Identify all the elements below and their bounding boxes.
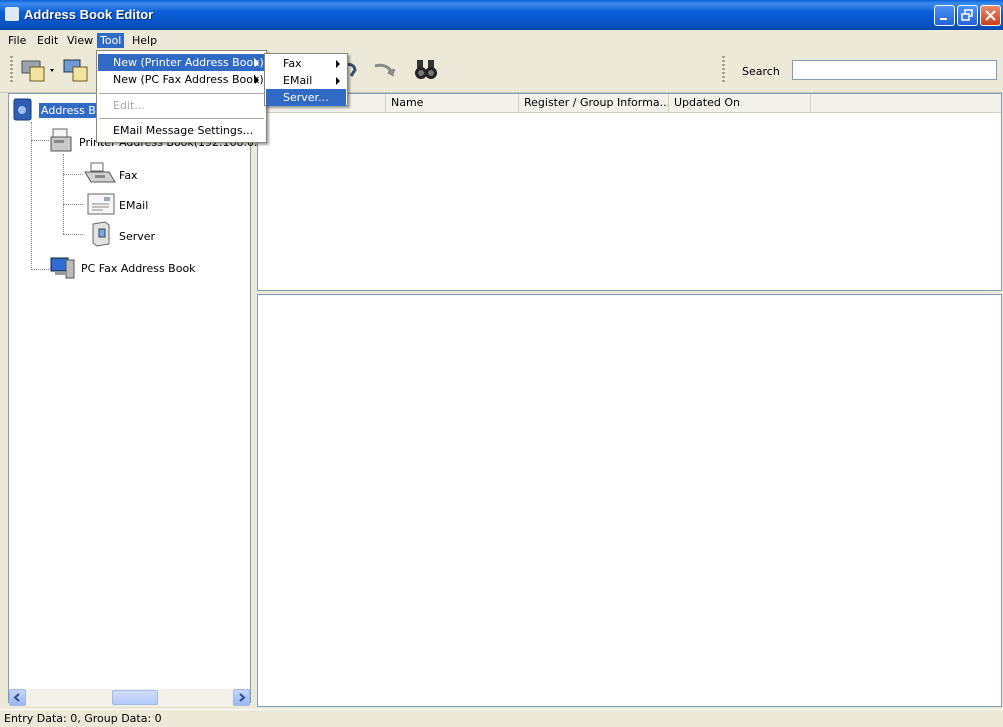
close-icon — [985, 10, 996, 21]
tree-connector — [63, 174, 83, 176]
tree-connector — [63, 234, 83, 236]
tree-connector — [63, 204, 83, 206]
submenu-arrow-icon — [336, 60, 340, 68]
menu-item-label: Fax — [283, 57, 302, 70]
menu-help[interactable]: Help — [129, 33, 160, 48]
scroll-left-button[interactable] — [9, 689, 26, 706]
tree-item-pcfax-book[interactable]: PC Fax Address Book — [81, 262, 196, 275]
forward-button[interactable] — [372, 62, 396, 83]
forward-arrow-icon — [374, 63, 396, 77]
pc-fax-icon — [49, 255, 77, 284]
new-pcfax-book-button[interactable] — [62, 57, 94, 86]
toolbar-grip-2 — [722, 56, 725, 84]
menu-separator — [99, 118, 264, 119]
new-printer-book-button[interactable] — [20, 57, 58, 86]
tree-item-fax[interactable]: Fax — [119, 169, 138, 182]
submenu-arrow-icon — [255, 76, 259, 84]
menu-item-email-settings[interactable]: EMail Message Settings... — [98, 122, 265, 139]
menu-file[interactable]: File — [5, 33, 29, 48]
menu-item-label: EMail — [283, 74, 313, 87]
list-header: Name Register / Group Informa... Updated… — [258, 94, 1001, 113]
chevron-left-icon — [13, 693, 20, 702]
column-header-name[interactable]: Name — [386, 94, 519, 112]
menu-separator — [99, 93, 264, 94]
menu-view[interactable]: View — [64, 33, 96, 48]
tool-menu: New (Printer Address Book) New (PC Fax A… — [96, 50, 267, 143]
address-book-icon — [12, 98, 34, 125]
menu-item-label: New (PC Fax Address Book) — [113, 73, 264, 86]
tree-connector — [31, 122, 33, 270]
entry-list[interactable]: Name Register / Group Informa... Updated… — [257, 93, 1002, 291]
minimize-icon — [940, 18, 947, 20]
submenu-item-server[interactable]: Server... — [266, 89, 346, 106]
column-header-updated[interactable]: Updated On — [669, 94, 811, 112]
scrollbar-thumb[interactable] — [112, 690, 158, 705]
search-input[interactable] — [792, 60, 997, 80]
status-text: Entry Data: 0, Group Data: 0 — [4, 712, 162, 725]
window-title: Address Book Editor — [24, 7, 154, 22]
pcfax-book-icon — [63, 59, 88, 82]
find-button[interactable] — [414, 58, 438, 85]
menu-item-new-pcfax-book[interactable]: New (PC Fax Address Book) — [98, 71, 265, 88]
tree-connector — [31, 269, 49, 271]
status-bar: Entry Data: 0, Group Data: 0 — [0, 709, 1003, 727]
title-bar[interactable]: Address Book Editor — [0, 0, 1003, 30]
detail-pane — [257, 294, 1002, 707]
tree-item-email[interactable]: EMail — [119, 199, 148, 212]
restore-button[interactable] — [957, 5, 978, 26]
minimize-button[interactable] — [934, 5, 955, 26]
menu-bar: File Edit View Tool Help — [0, 31, 1003, 50]
tree-connector — [63, 154, 65, 234]
menu-item-new-printer-book[interactable]: New (Printer Address Book) — [98, 54, 265, 71]
restore-icon — [961, 9, 973, 21]
menu-edit[interactable]: Edit — [34, 33, 61, 48]
tree-connector — [31, 140, 49, 142]
new-printer-submenu: Fax EMail Server... — [264, 53, 348, 106]
search-label: Search — [742, 65, 780, 78]
close-button[interactable] — [980, 5, 1001, 26]
submenu-item-email[interactable]: EMail — [266, 72, 346, 89]
app-icon — [5, 7, 19, 21]
menu-item-edit[interactable]: Edit... — [98, 97, 265, 114]
tree-pane[interactable]: Address Book Printer Address Book(192.16… — [8, 93, 276, 703]
tree-horizontal-scrollbar[interactable] — [9, 689, 250, 706]
server-icon — [89, 221, 113, 250]
fax-icon — [83, 162, 117, 189]
binoculars-icon — [415, 60, 437, 79]
tree-item-server[interactable]: Server — [119, 230, 155, 243]
menu-tool[interactable]: Tool — [97, 33, 125, 48]
submenu-arrow-icon — [336, 77, 340, 85]
submenu-arrow-icon — [255, 59, 259, 67]
chevron-right-icon — [239, 693, 246, 702]
toolbar-grip — [10, 56, 13, 84]
submenu-item-fax[interactable]: Fax — [266, 55, 346, 72]
scroll-right-button[interactable] — [233, 689, 250, 706]
email-icon — [87, 192, 115, 219]
printer-icon — [49, 128, 75, 157]
menu-item-label: New (Printer Address Book) — [113, 56, 264, 69]
column-header-register[interactable]: Register / Group Informa... — [519, 94, 669, 112]
printer-book-icon — [21, 60, 54, 82]
